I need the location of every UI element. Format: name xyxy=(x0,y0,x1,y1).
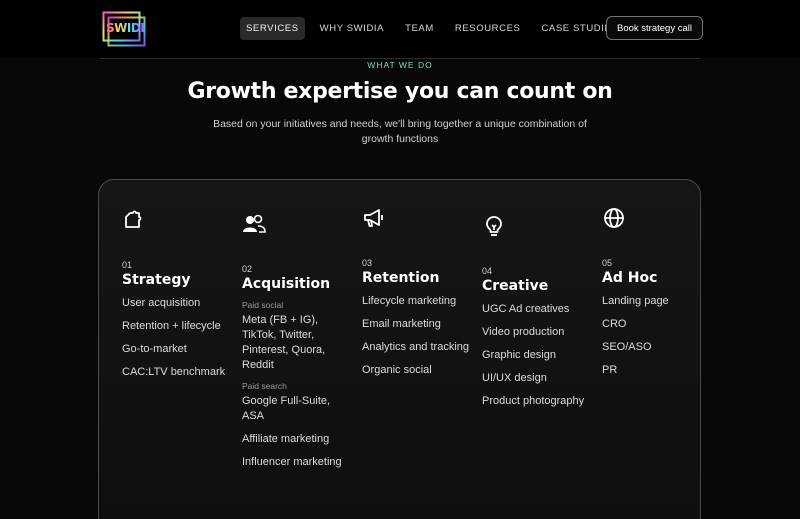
paid-search-label: Paid search xyxy=(242,381,287,391)
service-title: Creative xyxy=(482,278,549,294)
service-item: Lifecycle marketing xyxy=(362,295,457,307)
service-number: 05 xyxy=(602,258,613,268)
service-item: Email marketing xyxy=(362,318,441,330)
service-item: CAC:LTV benchmark xyxy=(122,366,226,378)
service-column-acquisition: 02 Acquisition Paid social Meta (FB + IG… xyxy=(242,212,354,478)
logo-wordmark: SWIDIA xyxy=(106,21,154,35)
service-title: Retention xyxy=(362,270,440,286)
puzzle-icon xyxy=(122,208,146,232)
nav-resources[interactable]: RESOURCES xyxy=(449,17,527,40)
service-item: CRO xyxy=(602,318,627,330)
paid-social-label: Paid social xyxy=(242,300,284,310)
section-eyebrow: WHAT WE DO xyxy=(367,60,433,70)
service-item: UI/UX design xyxy=(482,372,547,384)
service-item: Organic social xyxy=(362,364,432,376)
service-item: SEO/ASO xyxy=(602,341,652,353)
service-title: Acquisition xyxy=(242,276,331,292)
service-item: PR xyxy=(602,364,618,376)
swidia-logo[interactable]: SWIDIA xyxy=(102,11,154,47)
nav-team[interactable]: TEAM xyxy=(399,17,440,40)
service-item: Influencer marketing xyxy=(242,456,342,468)
globe-icon xyxy=(602,206,626,230)
service-item: Meta (FB + IG), TikTok, Twitter, Pintere… xyxy=(242,314,326,371)
service-title: Ad Hoc xyxy=(602,270,658,286)
users-icon xyxy=(242,212,266,236)
service-item: Affiliate marketing xyxy=(242,433,330,445)
service-item: Product photography xyxy=(482,395,585,407)
section-headline: Growth expertise you can count on xyxy=(187,79,613,104)
service-item: Go-to-market xyxy=(122,343,187,355)
service-number: 03 xyxy=(362,258,373,268)
service-item: User acquisition xyxy=(122,297,201,309)
service-item: Video production xyxy=(482,326,565,338)
service-column-creative: 04 Creative UGC Ad creatives Video produ… xyxy=(482,214,594,417)
service-item: Google Full-Suite, ASA xyxy=(242,395,331,422)
header-divider xyxy=(100,58,700,59)
service-column-strategy: 01 Strategy User acquisition Retention +… xyxy=(122,208,234,388)
service-item: Analytics and tracking xyxy=(362,341,469,353)
section-subhead: Based on your initiatives and needs, we'… xyxy=(213,118,587,145)
nav-why-swidia[interactable]: WHY SWIDIA xyxy=(314,17,390,40)
service-column-retention: 03 Retention Lifecycle marketing Email m… xyxy=(362,206,474,386)
service-item: UGC Ad creatives xyxy=(482,303,570,315)
service-number: 01 xyxy=(122,260,133,270)
service-column-ad-hoc: 05 Ad Hoc Landing page CRO SEO/ASO PR xyxy=(602,206,714,386)
lightbulb-icon xyxy=(482,214,506,238)
services-card: 01 Strategy User acquisition Retention +… xyxy=(98,179,701,519)
service-item: Graphic design xyxy=(482,349,556,361)
service-number: 04 xyxy=(482,266,493,276)
main-nav: SERVICES WHY SWIDIA TEAM RESOURCES CASE … xyxy=(240,17,633,40)
service-item: Landing page xyxy=(602,295,669,307)
service-number: 02 xyxy=(242,264,253,274)
service-title: Strategy xyxy=(122,272,191,288)
nav-services[interactable]: SERVICES xyxy=(240,17,305,40)
service-item: Retention + lifecycle xyxy=(122,320,221,332)
book-strategy-call-button[interactable]: Book strategy call xyxy=(606,16,703,40)
megaphone-icon xyxy=(362,206,386,230)
